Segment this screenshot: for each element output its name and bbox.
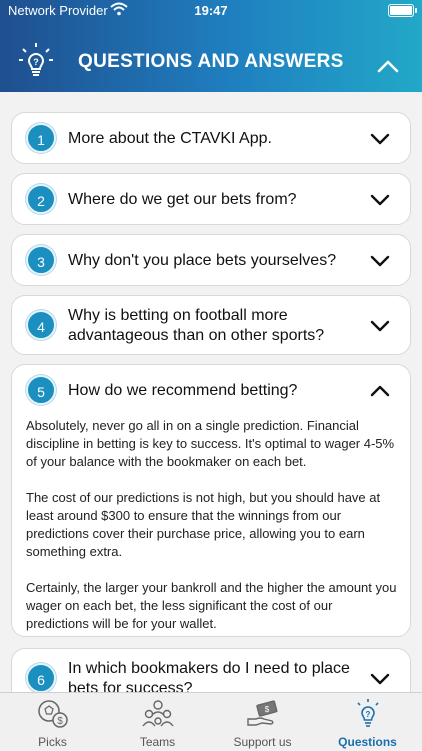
faq-answer: Absolutely, never go all in on a single … (26, 417, 398, 651)
status-time: 19:47 (194, 3, 228, 18)
item-number-badge: 3 (26, 245, 56, 275)
lightbulb-question-icon: ? (19, 43, 53, 76)
battery-icon (388, 4, 417, 17)
item-number-badge: 6 (26, 663, 56, 692)
faq-question: More about the CTAVKI App. (68, 130, 272, 147)
tab-label: Questions (338, 735, 397, 749)
tab-teams[interactable]: Teams (105, 693, 210, 751)
item-number-badge: 2 (26, 184, 56, 214)
answer-paragraph: Absolutely, never go all in on a single … (26, 418, 395, 469)
chevron-up-icon[interactable] (370, 384, 390, 398)
tab-label: Picks (38, 735, 67, 749)
svg-text:$: $ (265, 705, 270, 714)
page-title: QUESTIONS AND ANSWERS (78, 51, 344, 72)
chevron-down-icon[interactable] (370, 319, 390, 333)
tab-picks[interactable]: $ Picks (0, 693, 105, 751)
support-icon: $ (247, 700, 278, 726)
svg-text:$: $ (57, 716, 63, 727)
chevron-down-icon[interactable] (370, 132, 390, 146)
tab-label: Teams (139, 735, 176, 749)
tab-support[interactable]: $ Support us (210, 693, 315, 751)
item-number-badge: 4 (26, 310, 56, 340)
faq-item-expanded[interactable]: 5 How do we recommend betting? Absolutel… (11, 364, 411, 637)
faq-item[interactable]: 3 Why don't you place bets yourselves? (11, 234, 411, 286)
chevron-down-icon[interactable] (370, 254, 390, 268)
faq-question: Why don't you place bets yourselves? (68, 252, 337, 269)
picks-icon: $ (38, 700, 68, 728)
item-number-badge: 5 (26, 375, 56, 405)
faq-item[interactable]: 6 In which bookmakers do I need to place… (11, 648, 411, 692)
tab-questions[interactable]: ? Questions (315, 693, 420, 751)
faq-question: How do we recommend betting? (68, 382, 298, 399)
faq-item[interactable]: 2 Where do we get our bets from? (11, 173, 411, 225)
svg-text:?: ? (33, 57, 39, 67)
questions-icon: ? (357, 699, 379, 727)
faq-item[interactable]: 1 More about the CTAVKI App. (11, 112, 411, 164)
status-bar: Network Provider 19:47 (0, 0, 422, 22)
answer-paragraph: Certainly, the larger your bankroll and … (26, 580, 397, 631)
item-number-badge: 1 (26, 123, 56, 153)
chevron-down-icon[interactable] (370, 193, 390, 207)
faq-item[interactable]: 4 Why is betting on football more advant… (11, 295, 411, 355)
faq-question: In which bookmakers do I need to place b… (68, 660, 350, 692)
chevron-down-icon[interactable] (370, 672, 390, 686)
chevron-up-icon[interactable] (376, 56, 400, 76)
faq-question: Why is betting on football more advantag… (68, 307, 325, 344)
faq-list: 1 More about the CTAVKI App. 2 Where do … (0, 92, 422, 692)
tab-bar: $ Picks Teams $ Support us ? Questions (0, 692, 422, 750)
tab-label: Support us (233, 735, 292, 749)
teams-icon (142, 700, 174, 727)
faq-question: Where do we get our bets from? (68, 191, 297, 208)
app-header: Network Provider 19:47 ? QUESTIONS AND A… (0, 0, 422, 92)
svg-text:?: ? (366, 710, 371, 719)
answer-paragraph: The cost of our predictions is not high,… (26, 490, 381, 559)
